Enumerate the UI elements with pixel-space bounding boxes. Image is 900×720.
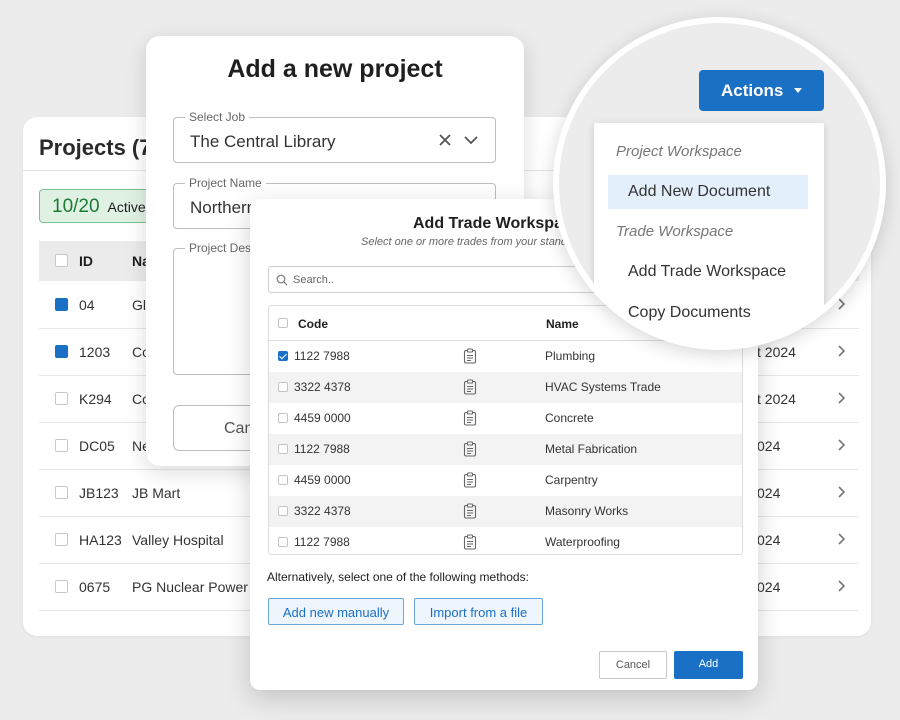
trade-code: 1122 7988 [294,442,350,456]
project-id: 04 [79,297,95,313]
project-id: HA123 [79,532,122,548]
chevron-down-icon[interactable] [463,134,479,146]
actions-button-label: Actions [721,81,784,100]
select-job-value: The Central Library [190,132,336,151]
trade-code: 1122 7988 [294,535,350,549]
trade-name: HVAC Systems Trade [545,380,661,394]
project-id: JB123 [79,485,119,501]
caret-down-icon [794,88,802,93]
cancel-button[interactable]: Cancel [599,651,667,679]
trade-name: Plumbing [545,349,596,363]
menu-item-add-trade-workspace[interactable]: Add Trade Workspace [608,255,808,289]
menu-item-copy-documents[interactable]: Copy Documents [608,296,808,330]
project-name: JB Mart [132,485,181,501]
add-manually-button[interactable]: Add new manually [268,598,404,625]
project-date: 024 [757,438,781,454]
trade-name: Metal Fabrication [545,442,638,456]
select-all-checkbox[interactable] [278,318,288,328]
alternative-methods-text: Alternatively, select one of the followi… [267,570,529,584]
row-checkbox[interactable] [278,382,288,392]
project-date: t 2024 [757,344,796,360]
project-id: 1203 [79,344,111,360]
table-row[interactable]: 3322 4378 HVAC Systems Trade [269,372,742,403]
row-checkbox[interactable] [278,506,288,516]
menu-group-trade-workspace: Trade Workspace [616,223,734,240]
project-name-value: Northern [190,198,257,217]
clipboard-icon[interactable] [463,472,477,488]
menu-item-add-new-document[interactable]: Add New Document [608,175,808,209]
trade-code: 3322 4378 [294,504,351,518]
menu-group-project-workspace: Project Workspace [616,143,742,160]
project-name-label: Project Name [185,176,266,190]
row-checkbox[interactable] [55,298,68,311]
project-id: 0675 [79,579,111,595]
project-date: 024 [757,532,781,548]
column-header-id[interactable]: ID [79,253,93,269]
project-name: Valley Hospital [132,532,224,548]
clipboard-icon[interactable] [463,441,477,457]
add-button[interactable]: Add [674,651,743,679]
trade-name: Carpentry [545,473,598,487]
projects-title: Projects (7) [39,135,159,160]
row-checkbox[interactable] [55,345,68,358]
trade-code: 4459 0000 [294,473,351,487]
chevron-right-icon[interactable] [833,578,849,594]
clipboard-icon[interactable] [463,410,477,426]
project-name: PG Nuclear Power [132,579,248,595]
table-row[interactable]: 3322 4378 Masonry Works [269,496,742,527]
trade-name: Masonry Works [545,504,629,518]
row-checkbox[interactable] [278,475,288,485]
column-header-name[interactable]: Name [546,317,579,331]
table-row[interactable]: 1122 7988 Waterproofing [269,527,742,554]
search-icon [276,274,288,286]
import-file-button[interactable]: Import from a file [414,598,543,625]
project-date: 024 [757,579,781,595]
modal-title: Add a new project [227,55,443,83]
row-checkbox[interactable] [278,351,288,361]
chevron-right-icon[interactable] [833,484,849,500]
table-row[interactable]: 1122 7988 Plumbing [269,341,742,372]
chevron-right-icon[interactable] [833,437,849,453]
project-name: Gl [132,297,146,313]
trade-code: 1122 7988 [294,349,350,363]
project-id: K294 [79,391,112,407]
trade-code: 3322 4378 [294,380,351,394]
column-header-code[interactable]: Code [298,317,328,331]
table-row[interactable]: 4459 0000 Concrete [269,403,742,434]
clipboard-icon[interactable] [463,379,477,395]
active-count: 10/20 [52,196,100,217]
select-all-checkbox[interactable] [55,254,68,267]
table-row[interactable]: 4459 0000 Carpentry [269,465,742,496]
trade-code: 4459 0000 [294,411,351,425]
clipboard-icon[interactable] [463,534,477,550]
row-checkbox[interactable] [278,444,288,454]
row-checkbox[interactable] [55,533,68,546]
row-checkbox[interactable] [55,486,68,499]
magnifier-callout: Actions Project Workspace Add New Docume… [553,17,886,350]
project-date: t 2024 [757,391,796,407]
row-checkbox[interactable] [278,413,288,423]
project-id: DC05 [79,438,115,454]
select-job-label: Select Job [185,110,250,124]
actions-menu: Project Workspace Add New Document Trade… [594,123,824,344]
row-checkbox[interactable] [55,392,68,405]
row-checkbox[interactable] [278,537,288,547]
clipboard-icon[interactable] [463,503,477,519]
active-label: Active [107,199,146,215]
table-row[interactable]: 1122 7988 Metal Fabrication [269,434,742,465]
chevron-right-icon[interactable] [833,343,849,359]
chevron-right-icon[interactable] [833,531,849,547]
row-checkbox[interactable] [55,439,68,452]
clipboard-icon[interactable] [463,348,477,364]
project-date: 024 [757,485,781,501]
trade-name: Waterproofing [545,535,620,549]
chevron-right-icon[interactable] [833,390,849,406]
actions-button[interactable]: Actions [699,70,824,111]
trade-name: Concrete [545,411,594,425]
row-checkbox[interactable] [55,580,68,593]
close-icon[interactable] [437,132,453,148]
select-job-field[interactable]: Select Job The Central Library [173,110,496,163]
